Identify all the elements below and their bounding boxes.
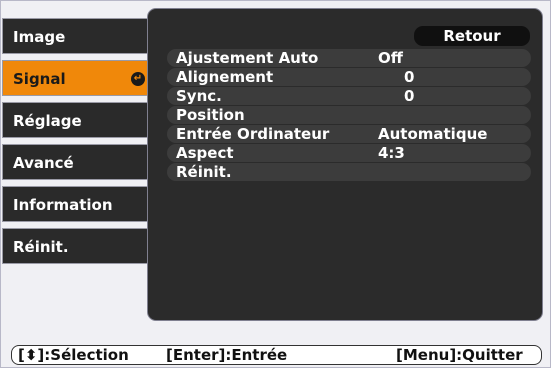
tab-signal[interactable]: Signal ↵ bbox=[2, 60, 154, 96]
hint-quit: [Menu]:Quitter bbox=[396, 346, 523, 364]
tab-information[interactable]: Information bbox=[2, 186, 154, 222]
menu-row-ajustement-auto[interactable]: Ajustement Auto Off bbox=[167, 49, 531, 67]
tab-avance[interactable]: Avancé bbox=[2, 144, 154, 180]
menu-row-sync[interactable]: Sync. 0 bbox=[167, 87, 531, 105]
menu-row-label: Position bbox=[176, 106, 245, 124]
menu-row-value: 0 bbox=[404, 87, 415, 105]
hint-selection: [⬍]:Sélection bbox=[18, 346, 129, 364]
retour-button[interactable]: Retour bbox=[414, 26, 530, 46]
key-hint-bar: [⬍]:Sélection [Enter]:Entrée [Menu]:Quit… bbox=[11, 345, 542, 365]
tab-image[interactable]: Image bbox=[2, 18, 154, 54]
menu-row-reinit[interactable]: Réinit. bbox=[167, 163, 531, 181]
enter-icon: ↵ bbox=[131, 72, 145, 86]
menu-row-aspect[interactable]: Aspect 4:3 bbox=[167, 144, 531, 162]
menu-row-value: Automatique bbox=[378, 125, 488, 143]
menu-row-label: Alignement bbox=[176, 68, 274, 86]
tab-image-label: Image bbox=[13, 28, 66, 46]
menu-row-value: Off bbox=[378, 49, 403, 67]
tab-avance-label: Avancé bbox=[13, 154, 74, 172]
menu-row-value: 4:3 bbox=[378, 144, 405, 162]
menu-row-position[interactable]: Position bbox=[167, 106, 531, 124]
tab-information-label: Information bbox=[13, 196, 113, 214]
menu-row-value: 0 bbox=[404, 68, 415, 86]
menu-row-label: Réinit. bbox=[176, 163, 232, 181]
tab-reinit-label: Réinit. bbox=[13, 238, 69, 256]
menu-row-label: Aspect bbox=[176, 144, 234, 162]
tab-reglage-label: Réglage bbox=[13, 112, 82, 130]
menu-row-entree-ordinateur[interactable]: Entrée Ordinateur Automatique bbox=[167, 125, 531, 143]
menu-row-label: Ajustement Auto bbox=[176, 49, 319, 67]
tab-reinit[interactable]: Réinit. bbox=[2, 228, 154, 264]
tab-reglage[interactable]: Réglage bbox=[2, 102, 154, 138]
hint-enter: [Enter]:Entrée bbox=[166, 346, 288, 364]
tab-signal-label: Signal bbox=[13, 70, 66, 88]
menu-row-label: Sync. bbox=[176, 87, 222, 105]
menu-row-label: Entrée Ordinateur bbox=[176, 125, 330, 143]
menu-row-alignement[interactable]: Alignement 0 bbox=[167, 68, 531, 86]
projector-menu-frame: Image Signal ↵ Réglage Avancé Informatio… bbox=[0, 0, 551, 368]
